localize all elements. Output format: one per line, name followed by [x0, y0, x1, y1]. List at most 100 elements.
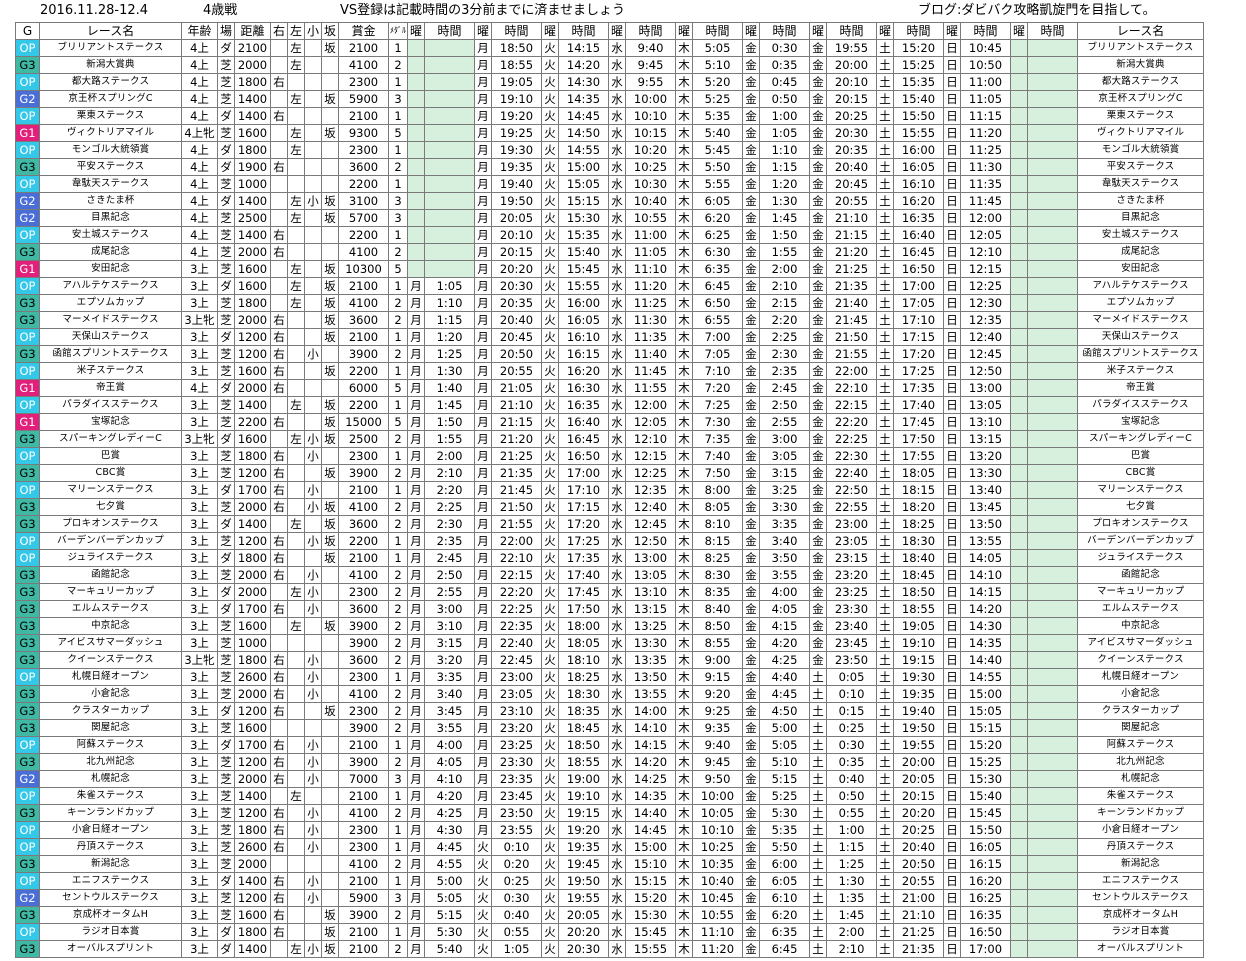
time-cell: 21:00 — [893, 889, 944, 907]
prize-cell: 2200 — [338, 175, 389, 193]
day-cell: 月 — [474, 821, 492, 839]
attr-cell: 芝 — [217, 617, 235, 635]
time-cell: 20:40 — [893, 838, 944, 856]
attr-cell: 左 — [287, 124, 305, 142]
attr-cell: 1200 — [234, 532, 271, 550]
time-cell: 0:35 — [826, 753, 877, 771]
attr-cell: 3 — [388, 889, 408, 907]
day-cell: 木 — [675, 940, 693, 958]
day-cell: 土 — [876, 872, 894, 890]
day-cell: 火 — [541, 651, 559, 669]
day-cell: 火 — [541, 260, 559, 278]
grade-badge: G1 — [15, 260, 40, 278]
attr-cell: 芝 — [217, 311, 235, 329]
attr-cell: 1700 — [234, 481, 271, 499]
day-cell — [1010, 243, 1028, 261]
attr-cell: 小 — [304, 804, 322, 822]
time-cell: 17:35 — [558, 549, 609, 567]
time-cell: 1:05 — [491, 940, 542, 958]
day-cell: 月 — [474, 549, 492, 567]
time-cell: 22:45 — [491, 651, 542, 669]
attr-cell: 3上牝 — [181, 430, 218, 448]
grade-badge: G3 — [15, 940, 40, 958]
day-cell: 木 — [675, 260, 693, 278]
race-name-right: 米子ステークス — [1077, 362, 1204, 380]
race-name-right: クイーンステークス — [1077, 651, 1204, 669]
day-cell: 火 — [541, 56, 559, 74]
time-cell: 14:10 — [960, 566, 1011, 584]
day-cell: 金 — [742, 464, 760, 482]
day-cell: 月 — [474, 736, 492, 754]
attr-cell: 左 — [287, 260, 305, 278]
race-row: G3 スパーキングレディーC 3上牝ダ 1600 左小坂 2500 2 月 1:55 月 21:20… — [15, 430, 1204, 448]
time-cell: 1:00 — [826, 821, 877, 839]
day-cell: 月 — [474, 158, 492, 176]
grade-badge: OP — [15, 226, 40, 244]
time-cell: 12:45 — [960, 345, 1011, 363]
race-name-right: 巴賞 — [1077, 447, 1204, 465]
time-cell — [1027, 260, 1078, 278]
attr-cell — [304, 158, 322, 176]
day-cell: 火 — [541, 821, 559, 839]
time-cell: 20:30 — [558, 940, 609, 958]
day-cell: 土 — [876, 940, 894, 958]
race-row: G3 京成杯オータムH 3上芝 1600 右坂 3900 2 月 5:15 火 0:40 火 20:05… — [15, 906, 1204, 924]
attr-cell: 坂 — [321, 294, 339, 312]
column-header: 左 — [287, 22, 305, 40]
day-cell: 金 — [742, 872, 760, 890]
race-name: 安田記念 — [39, 260, 182, 278]
attr-cell: 坂 — [321, 260, 339, 278]
time-cell: 16:25 — [960, 889, 1011, 907]
time-cell: 13:40 — [960, 481, 1011, 499]
time-cell: 5:45 — [692, 141, 743, 159]
grade-badge: G3 — [15, 634, 40, 652]
day-cell: 土 — [876, 804, 894, 822]
day-cell: 月 — [407, 566, 425, 584]
race-name-right: 北九州記念 — [1077, 753, 1204, 771]
time-cell: 15:25 — [893, 56, 944, 74]
attr-cell — [304, 39, 322, 57]
attr-cell — [304, 464, 322, 482]
day-cell: 金 — [809, 141, 827, 159]
day-cell: 金 — [742, 923, 760, 941]
day-cell: 日 — [943, 923, 961, 941]
day-cell: 月 — [407, 430, 425, 448]
time-cell: 17:40 — [558, 566, 609, 584]
time-cell: 0:40 — [826, 770, 877, 788]
day-cell — [407, 73, 425, 91]
grade-badge: G2 — [15, 90, 40, 108]
attr-cell: 小 — [304, 566, 322, 584]
attr-cell — [321, 566, 339, 584]
race-row: G3 北九州記念 3上芝 1200 右小 3900 2 月 4:05 月 23:30 火 18:55 水 1… — [15, 753, 1204, 771]
day-cell: 月 — [407, 345, 425, 363]
attr-cell: 坂 — [321, 39, 339, 57]
attr-cell: 左 — [287, 277, 305, 295]
column-header: ﾒﾀﾞﾙ — [388, 22, 408, 40]
day-cell: 金 — [742, 889, 760, 907]
attr-cell: 坂 — [321, 311, 339, 329]
day-cell: 金 — [742, 753, 760, 771]
day-cell: 日 — [943, 209, 961, 227]
day-cell: 土 — [809, 736, 827, 754]
attr-cell: 芝 — [217, 498, 235, 516]
attr-cell — [304, 787, 322, 805]
race-name: ジュライステークス — [39, 549, 182, 567]
day-cell: 金 — [809, 107, 827, 125]
race-name: 天保山ステークス — [39, 328, 182, 346]
day-cell: 土 — [876, 447, 894, 465]
time-cell: 10:45 — [960, 39, 1011, 57]
day-cell: 月 — [407, 838, 425, 856]
race-name-right: 成尾記念 — [1077, 243, 1204, 261]
race-row: OP バーデンバーデンカップ 3上芝 1200 右小坂 2200 1 月 2:35 月 22:00 火… — [15, 532, 1204, 550]
time-cell: 12:15 — [625, 447, 676, 465]
grade-badge: G2 — [15, 889, 40, 907]
day-cell: 日 — [943, 430, 961, 448]
day-cell: 土 — [876, 651, 894, 669]
day-cell: 日 — [943, 294, 961, 312]
time-cell: 1:20 — [424, 328, 475, 346]
time-cell: 15:10 — [625, 855, 676, 873]
race-name: マーキュリーカップ — [39, 583, 182, 601]
day-cell: 日 — [943, 804, 961, 822]
day-cell: 水 — [608, 906, 626, 924]
day-cell: 金 — [742, 634, 760, 652]
